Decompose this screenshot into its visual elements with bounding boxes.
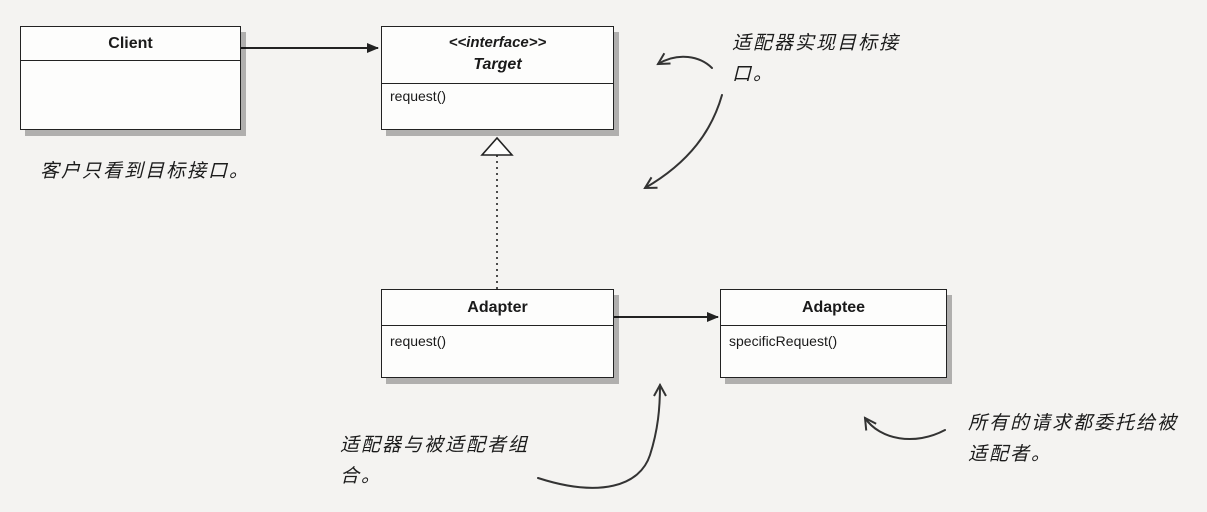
target-interface-name: Target (473, 56, 522, 73)
pointer-arrow-composition-note (537, 385, 660, 489)
adapter-class-name: Adapter (382, 290, 613, 326)
adapter-class-box: Adapter request() (381, 289, 614, 378)
adaptee-class-box: Adaptee specificRequest() (720, 289, 947, 378)
client-class-name: Client (21, 27, 240, 61)
adaptee-operation: specificRequest() (729, 333, 838, 349)
target-stereotype: <<interface>> (448, 34, 547, 51)
pointer-arrow-target-note (658, 57, 713, 69)
target-interface-box: <<interface>> Target request() (381, 26, 614, 130)
client-note: 客户只看到目标接口。 (40, 160, 251, 182)
composition-note: 适配器与被适配者组合。 (340, 434, 530, 488)
pointer-arrow-delegation-note (865, 418, 946, 441)
client-class-box: Client (20, 26, 241, 130)
target-operation: request() (390, 88, 447, 104)
adapter-operation: request() (390, 333, 447, 349)
realization-triangle (480, 136, 514, 156)
pointer-arrow-adapter-note (645, 94, 723, 188)
adapter-impl-note: 适配器实现目标接口。 (732, 32, 901, 86)
delegation-note: 所有的请求都委托给被适配者。 (968, 412, 1179, 466)
adaptee-class-name: Adaptee (721, 290, 946, 326)
